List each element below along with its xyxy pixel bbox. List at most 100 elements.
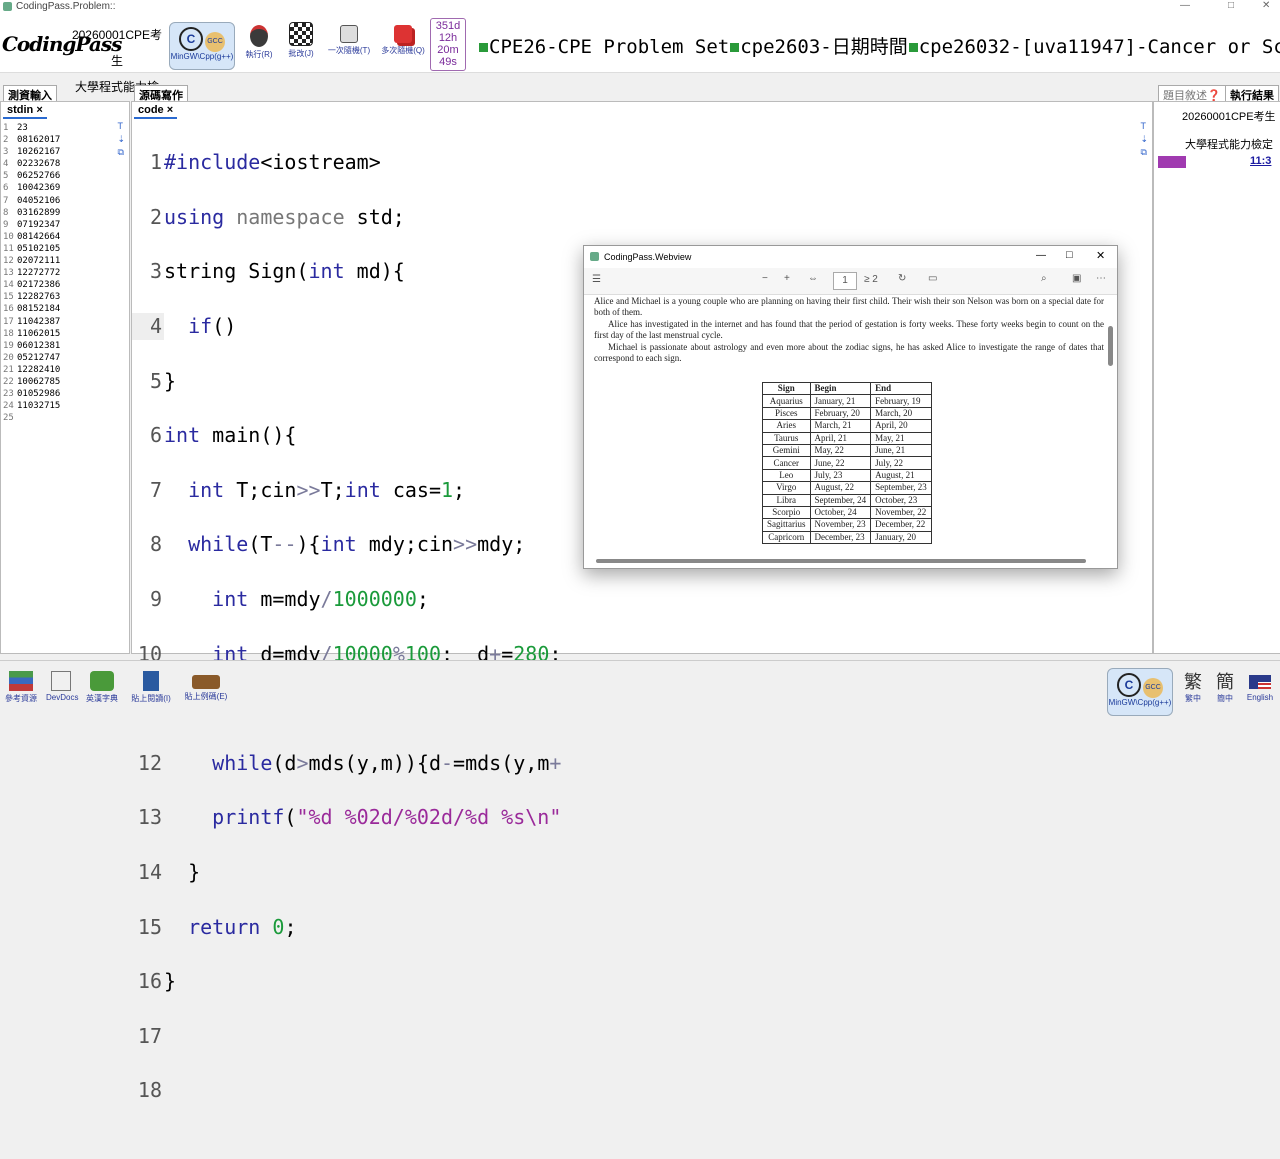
webview-maximize-icon[interactable]: □ — [1066, 249, 1073, 261]
stdin-side-tools[interactable]: T ⇣ ⧉ — [117, 120, 125, 159]
paste-example-button[interactable]: 貼上例碼(E) — [182, 671, 230, 702]
bottom-compiler-button[interactable]: C GCC MinGW\Cpp(g++) — [1107, 668, 1173, 716]
rotate-icon[interactable]: ↻ — [898, 273, 906, 284]
sign-cell: Gemini — [762, 443, 811, 458]
end-cell: June, 21 — [870, 443, 932, 458]
stdin-line[interactable]: 1 23 — [3, 122, 60, 134]
stdin-line[interactable]: 6 10042369 — [3, 182, 60, 194]
line-number: 6 — [149, 423, 162, 448]
stdin-line[interactable]: 13 12272772 — [3, 267, 60, 279]
dictionary-button[interactable]: 英漢字典 — [84, 671, 120, 704]
stdin-line-number: 14 — [3, 280, 14, 291]
code-content[interactable]: 1 #include<iostream> 2 using namespace std… — [132, 122, 561, 1159]
table-row: Libra September, 24 October, 23 — [762, 493, 932, 507]
minimize-icon[interactable]: — — [1180, 0, 1190, 11]
vertical-scroll-thumb[interactable] — [1108, 326, 1113, 366]
stdin-line-value: 12272772 — [17, 268, 61, 279]
run-button[interactable]: 執行(R) — [242, 22, 276, 60]
stdin-line[interactable]: 25 — [3, 412, 60, 424]
timer-hours: 12h — [438, 32, 458, 44]
stdin-line[interactable]: 9 07192347 — [3, 219, 60, 231]
webview-title: CodingPass.Webview — [604, 252, 692, 262]
bottom-bar: 參考資源 DevDocs 英漢字典 貼上閱讀(I) 貼上例碼(E) C GCC M… — [0, 660, 1280, 721]
stdin-line[interactable]: 14 02172386 — [3, 279, 60, 291]
paragraph: Michael is passionate about astrology an… — [594, 342, 1104, 363]
tab-code[interactable]: code × — [134, 103, 178, 119]
stdin-line-number: 2 — [3, 135, 9, 146]
result-time[interactable]: 11:3 — [1250, 155, 1271, 167]
tab-stdin[interactable]: stdin × — [3, 103, 47, 119]
stdin-line-number: 8 — [3, 207, 9, 218]
horizontal-scrollbar[interactable] — [592, 558, 1102, 564]
stdin-line[interactable]: 5 06252766 — [3, 170, 60, 182]
stdin-line[interactable]: 17 11042387 — [3, 316, 60, 328]
paste-read-icon — [143, 671, 159, 691]
compiler-button[interactable]: C GCC MinGW\Cpp(g++) — [169, 22, 235, 70]
search-icon[interactable]: ⌕ — [1041, 273, 1047, 284]
sign-cell: Virgo — [762, 481, 811, 495]
line-number: 13 — [137, 805, 162, 830]
stdin-line[interactable]: 20 05212747 — [3, 352, 60, 364]
line-number: 7 — [149, 477, 162, 502]
webview-close-icon[interactable]: ✕ — [1096, 249, 1105, 262]
stdin-line[interactable]: 23 01052986 — [3, 388, 60, 400]
stdin-line-number: 13 — [3, 268, 14, 279]
stdin-line[interactable]: 19 06012381 — [3, 340, 60, 352]
stdin-line[interactable]: 4 02232678 — [3, 158, 60, 170]
stdin-line-value: 05102105 — [17, 243, 61, 254]
stdin-line[interactable]: 2 08162017 — [3, 134, 60, 146]
stdin-line[interactable]: 7 04052106 — [3, 195, 60, 207]
multi-random-button[interactable]: 多次隨機(Q) — [378, 22, 428, 56]
maximize-icon[interactable]: □ — [1228, 0, 1234, 11]
multi-random-label: 多次隨機(Q) — [381, 46, 425, 55]
vertical-scrollbar[interactable] — [1107, 296, 1115, 556]
traditional-chinese-button[interactable]: 繁 繁中 — [1182, 671, 1204, 704]
end-cell: April, 20 — [870, 419, 932, 433]
stdin-line[interactable]: 3 10262167 — [3, 146, 60, 158]
window-titlebar: CodingPass.Problem:: — □ ✕ — [0, 0, 1280, 14]
paragraph: Alice has investigated in the internet a… — [594, 319, 1104, 340]
more-options-icon[interactable]: ⋯ — [1096, 273, 1106, 284]
judge-button[interactable]: 批改(J) — [284, 22, 318, 59]
zoom-in-icon[interactable]: + — [784, 273, 790, 284]
fit-page-icon[interactable]: ⇔ — [808, 273, 818, 284]
stdin-line[interactable]: 11 05102105 — [3, 243, 60, 255]
stdin-line[interactable]: 15 12282763 — [3, 291, 60, 303]
webview-titlebar: CodingPass.Webview — □ ✕ — [584, 246, 1117, 268]
stdin-line[interactable]: 22 10062785 — [3, 376, 60, 388]
stdin-line[interactable]: 24 11032715 — [3, 400, 60, 412]
stdin-line[interactable]: 10 08142664 — [3, 231, 60, 243]
gcc-icon: GCC — [1143, 678, 1163, 698]
contents-icon[interactable]: ☰ — [592, 274, 601, 285]
webview-minimize-icon[interactable]: — — [1036, 250, 1046, 261]
zoom-out-icon[interactable]: − — [762, 273, 768, 284]
save-icon[interactable]: ▣ — [1072, 273, 1081, 284]
table-row: Aquarius January, 21 February, 19 — [762, 394, 932, 408]
stdin-editor[interactable]: 1 23 2 08162017 3 10262167 4 02232678 5 06252766 6… — [3, 122, 60, 424]
main-toolbar: CodingPass 20260001CPE考生 大學程式能力檢定 CGCC M… — [0, 14, 1280, 120]
horizontal-scroll-thumb[interactable] — [596, 559, 1086, 563]
paste-read-button[interactable]: 貼上閱讀(I) — [128, 671, 174, 704]
stdin-line[interactable]: 21 12282410 — [3, 364, 60, 376]
sign-cell: Pisces — [762, 406, 811, 421]
stdin-line[interactable]: 16 08152184 — [3, 303, 60, 315]
devdocs-button[interactable]: DevDocs — [46, 671, 78, 702]
stdin-line-value: 08162017 — [17, 135, 61, 146]
line-number: 18 — [137, 1078, 162, 1103]
stdin-line[interactable]: 12 02072111 — [3, 255, 60, 267]
simplified-chinese-button[interactable]: 簡 簡中 — [1214, 671, 1236, 704]
stdin-line[interactable]: 18 11062015 — [3, 328, 60, 340]
stdin-line[interactable]: 8 03162899 — [3, 207, 60, 219]
close-icon[interactable]: ✕ — [1262, 0, 1270, 11]
end-cell: January, 20 — [870, 530, 932, 545]
stdin-line-value: 08142664 — [17, 231, 61, 242]
line-number: 17 — [137, 1023, 162, 1048]
page-number-input[interactable]: 1 — [833, 272, 857, 290]
page-view-icon[interactable]: ▭ — [928, 273, 937, 284]
table-row: Sagittarius November, 23 December, 22 — [762, 518, 932, 532]
editor-side-tools[interactable]: T ⇣ ⧉ — [1140, 120, 1148, 159]
english-button[interactable]: English — [1244, 671, 1276, 702]
reference-button[interactable]: 參考資源 — [4, 671, 38, 704]
one-random-button[interactable]: 一次隨機(T) — [326, 22, 372, 56]
c-logo-icon: C — [1117, 673, 1141, 697]
